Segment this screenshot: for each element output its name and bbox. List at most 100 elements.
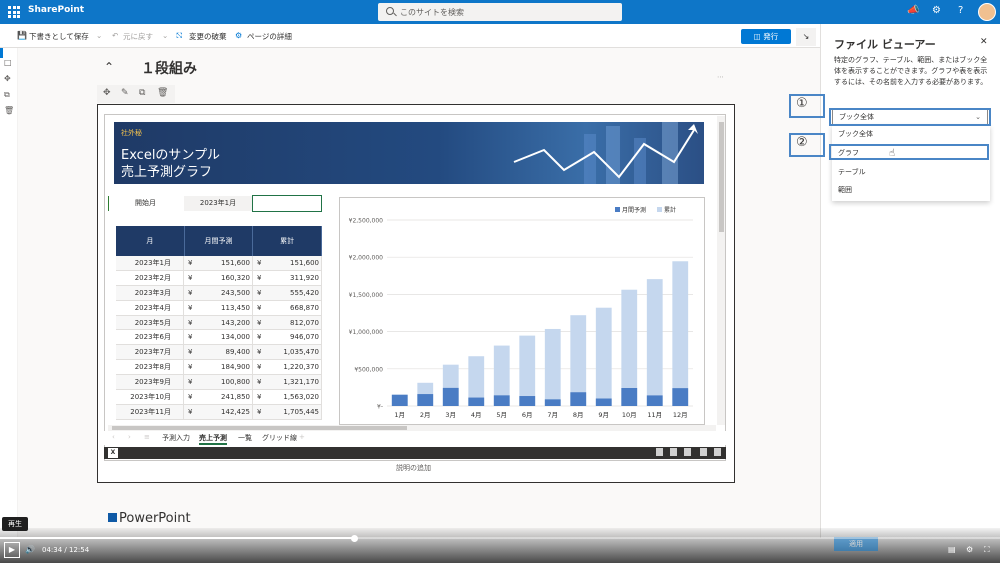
collapse-section-icon[interactable]: ⌃ — [104, 60, 114, 74]
cell-month[interactable]: 2023年6月 — [116, 330, 184, 345]
currency-symbol: ¥ — [188, 363, 193, 372]
move-icon[interactable]: ✥ — [4, 74, 11, 83]
resize-icon[interactable]: ⋯ — [717, 73, 724, 81]
cell-monthly[interactable]: ¥151,600 — [184, 256, 253, 270]
close-icon[interactable]: ✕ — [980, 37, 988, 47]
tab-list[interactable]: 一覧 — [238, 433, 252, 443]
cell-monthly-value: 184,900 — [221, 363, 250, 372]
print-icon[interactable] — [684, 448, 691, 456]
tab-forecast-input[interactable]: 予測入力 — [162, 433, 190, 443]
cell-monthly[interactable]: ¥113,450 — [184, 300, 253, 315]
currency-symbol: ¥ — [257, 303, 262, 312]
sheet-list-icon[interactable]: ≡ — [144, 433, 150, 441]
comment-icon[interactable]: □ — [4, 58, 12, 67]
cell-cumulative[interactable]: ¥311,920 — [253, 270, 322, 285]
tab-sales-forecast[interactable]: 売上予測 — [199, 433, 227, 445]
cell-month[interactable]: 2023年9月 — [116, 375, 184, 390]
cell-monthly[interactable]: ¥142,425 — [184, 404, 253, 419]
legend-swatch-cumulative — [657, 207, 662, 212]
play-button[interactable]: ▶ — [4, 542, 20, 558]
cell-cumulative[interactable]: ¥668,870 — [253, 300, 322, 315]
option-range[interactable]: 範囲 — [838, 185, 852, 195]
download-icon[interactable] — [656, 448, 663, 456]
add-sheet-button[interactable]: + — [299, 433, 305, 441]
cell-month[interactable]: 2023年7月 — [116, 345, 184, 360]
edit-icon[interactable]: ✎ — [121, 88, 129, 98]
app-launcher-icon[interactable] — [8, 6, 20, 18]
delete-icon[interactable]: 🗑 — [4, 106, 14, 115]
x-tick-label: 3月 — [445, 411, 456, 419]
pane-title: ファイル ビューアー — [834, 38, 936, 51]
view-icon[interactable] — [700, 448, 707, 456]
cell-monthly[interactable]: ¥100,800 — [184, 375, 253, 390]
caption-input[interactable]: 説明の追加 — [396, 463, 431, 473]
cell-month[interactable]: 2023年4月 — [116, 300, 184, 315]
cell-cumulative[interactable]: ¥1,321,170 — [253, 375, 322, 390]
page-details-button[interactable]: ページの詳細 — [247, 31, 292, 42]
move-icon[interactable]: ✥ — [103, 88, 111, 98]
undo-button[interactable]: 元に戻す — [123, 31, 153, 42]
cell-monthly[interactable]: ¥184,900 — [184, 360, 253, 375]
publish-button[interactable]: ◫ 発行 — [741, 29, 791, 44]
cell-month[interactable]: 2023年10月 — [116, 390, 184, 404]
cell-month[interactable]: 2023年1月 — [116, 256, 184, 270]
next-section-title: PowerPoint — [108, 511, 191, 526]
cell-cumulative[interactable]: ¥812,070 — [253, 315, 322, 330]
option-table[interactable]: テーブル — [838, 167, 866, 177]
horizontal-scroll-thumb[interactable] — [112, 426, 407, 430]
avatar[interactable] — [978, 3, 996, 21]
cell-cumulative[interactable]: ¥946,070 — [253, 330, 322, 345]
cell-cumulative[interactable]: ¥1,220,370 — [253, 360, 322, 375]
discard-button[interactable]: 変更の破棄 — [189, 31, 227, 42]
cell-monthly[interactable]: ¥160,320 — [184, 270, 253, 285]
bar-cumulative — [672, 261, 689, 406]
duplicate-icon[interactable]: ⧉ — [139, 88, 145, 98]
apply-button[interactable]: 適用 — [834, 537, 878, 551]
start-month-value[interactable]: 2023年1月 — [184, 196, 252, 211]
search-box[interactable]: このサイトを検索 — [378, 3, 622, 21]
next-sheet-icon[interactable]: › — [128, 433, 131, 441]
collapse-icon[interactable]: ↘ — [796, 28, 816, 46]
chevron-down-icon[interactable]: ⌄ — [162, 31, 168, 40]
sheet-tabs — [104, 431, 726, 445]
save-draft-button[interactable]: 下書きとして保存 — [29, 31, 89, 42]
cell-month[interactable]: 2023年11月 — [116, 404, 184, 419]
cell-monthly[interactable]: ¥143,200 — [184, 315, 253, 330]
cell-cumulative[interactable]: ¥151,600 — [253, 256, 322, 270]
tab-gridlines[interactable]: グリッド線 — [262, 433, 297, 443]
gear-icon[interactable]: ⚙ — [932, 5, 941, 16]
vertical-scroll-thumb[interactable] — [719, 122, 724, 232]
x-tick-label: 9月 — [598, 411, 609, 419]
currency-symbol: ¥ — [257, 333, 262, 342]
cell-monthly[interactable]: ¥243,500 — [184, 285, 253, 300]
cell-month[interactable]: 2023年8月 — [116, 360, 184, 375]
fullscreen-icon[interactable]: ⛶ — [984, 545, 990, 555]
cell-month[interactable]: 2023年3月 — [116, 285, 184, 300]
x-tick-label: 8月 — [573, 411, 584, 419]
help-icon[interactable]: ? — [958, 5, 963, 16]
cell-cumulative[interactable]: ¥555,420 — [253, 285, 322, 300]
captions-icon[interactable]: ▤ — [948, 545, 956, 554]
option-whole-book[interactable]: ブック全体 — [838, 129, 873, 139]
settings-icon[interactable]: ⚙ — [966, 545, 973, 554]
copy-icon[interactable]: ⧉ — [4, 90, 10, 100]
cell-monthly[interactable]: ¥241,850 — [184, 390, 253, 404]
megaphone-icon[interactable]: 📣 — [907, 5, 919, 16]
prev-sheet-icon[interactable]: ‹ — [112, 433, 115, 441]
cell-month[interactable]: 2023年5月 — [116, 315, 184, 330]
chevron-down-icon[interactable]: ⌄ — [96, 31, 102, 40]
section-title: １段組み — [141, 61, 197, 77]
cell-cumulative[interactable]: ¥1,705,445 — [253, 404, 322, 419]
fullscreen-icon[interactable] — [714, 448, 721, 456]
cell-monthly[interactable]: ¥89,400 — [184, 345, 253, 360]
volume-icon[interactable]: 🔊 — [25, 545, 35, 554]
video-progress-knob[interactable] — [351, 535, 358, 542]
share-icon[interactable] — [670, 448, 677, 456]
cell-cumulative[interactable]: ¥1,563,020 — [253, 390, 322, 404]
cell-month[interactable]: 2023年2月 — [116, 270, 184, 285]
selected-cell[interactable] — [252, 195, 322, 212]
cell-cumulative[interactable]: ¥1,035,470 — [253, 345, 322, 360]
app-title[interactable]: SharePoint — [28, 5, 84, 15]
delete-icon[interactable]: 🗑 — [157, 88, 168, 98]
cell-monthly[interactable]: ¥134,000 — [184, 330, 253, 345]
